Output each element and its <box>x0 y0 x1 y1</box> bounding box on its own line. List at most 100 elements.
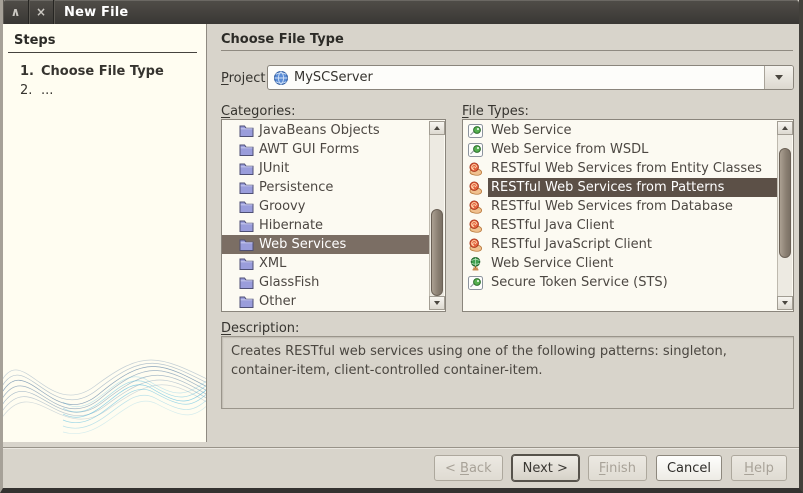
file-type-item-label: Secure Token Service (STS) <box>488 273 777 292</box>
webservice-doc-icon <box>468 143 483 157</box>
back-button[interactable]: < Back <box>434 455 503 481</box>
file-type-item[interactable]: Web Service from WSDL <box>463 140 777 159</box>
file-types-label: File Types: <box>462 104 529 119</box>
file-type-item-label: Web Service from WSDL <box>488 140 777 159</box>
new-file-dialog: ∧ × New File Steps 1. Choose File Type 2… <box>0 0 803 493</box>
file-type-item-label: Web Service <box>488 121 777 140</box>
file-type-item-label: RESTful Web Services from Patterns <box>488 178 777 197</box>
wizard-content: Choose File Type Project: MySCServer Cat… <box>207 24 799 442</box>
rest-icon <box>468 162 483 176</box>
button-bar: < Back Next > Finish Cancel Help <box>3 447 799 488</box>
file-type-item[interactable]: RESTful Java Client <box>463 216 777 235</box>
rest-icon <box>468 238 483 252</box>
next-button[interactable]: Next > <box>512 455 579 481</box>
category-item[interactable]: GlassFish <box>222 273 429 292</box>
categories-scrollbar[interactable] <box>429 121 444 310</box>
category-item-label: JavaBeans Objects <box>259 123 380 138</box>
category-item-label: Persistence <box>259 180 333 195</box>
step-item-1: 1. Choose File Type <box>20 64 164 79</box>
file-type-item[interactable]: RESTful Web Services from Entity Classes <box>463 159 777 178</box>
category-item[interactable]: JavaBeans Objects <box>222 121 429 140</box>
category-item-label: GlassFish <box>259 275 319 290</box>
category-item[interactable]: AWT GUI Forms <box>222 140 429 159</box>
scroll-down-button[interactable] <box>429 296 445 310</box>
file-type-item[interactable]: Web Service <box>463 121 777 140</box>
wave-decoration <box>3 336 207 442</box>
help-button[interactable]: Help <box>731 455 787 481</box>
scroll-up-button[interactable] <box>777 121 793 135</box>
steps-title: Steps <box>14 33 55 48</box>
file-type-item[interactable]: RESTful Web Services from Patterns <box>463 178 777 197</box>
folder-icon <box>239 200 254 213</box>
category-item[interactable]: Persistence <box>222 178 429 197</box>
chevron-down-icon <box>775 75 783 80</box>
scrollbar-thumb[interactable] <box>431 209 443 296</box>
page-title: Choose File Type <box>221 32 344 47</box>
titlebar[interactable]: ∧ × New File <box>3 0 799 24</box>
scroll-down-button[interactable] <box>777 296 793 310</box>
file-type-item-label: RESTful Web Services from Entity Classes <box>488 159 777 178</box>
steps-panel: Steps 1. Choose File Type 2. ... <box>3 24 207 442</box>
category-item[interactable]: XML <box>222 254 429 273</box>
finish-button[interactable]: Finish <box>588 455 647 481</box>
category-item-label: Groovy <box>259 199 305 214</box>
file-types-scrollbar[interactable] <box>777 121 792 310</box>
category-item-label: Hibernate <box>259 218 323 233</box>
arrow-up-icon <box>434 126 440 130</box>
categories-label: Categories: <box>221 104 295 119</box>
window-title: New File <box>64 5 128 20</box>
project-globe-icon <box>273 70 289 86</box>
rest-icon <box>468 219 483 233</box>
category-item[interactable]: Hibernate <box>222 216 429 235</box>
project-combobox[interactable]: MySCServer <box>267 65 794 90</box>
cancel-button[interactable]: Cancel <box>656 455 722 481</box>
file-type-item[interactable]: RESTful JavaScript Client <box>463 235 777 254</box>
webservice-doc-icon <box>468 124 483 138</box>
step-number: 1. <box>20 64 41 79</box>
folder-icon <box>239 276 254 289</box>
file-type-item-label: RESTful Java Client <box>488 216 777 235</box>
file-type-item[interactable]: RESTful Web Services from Database <box>463 197 777 216</box>
project-label: Project: <box>221 71 270 86</box>
description-label: Description: <box>221 321 299 336</box>
scroll-up-button[interactable] <box>429 121 445 135</box>
category-item[interactable]: Groovy <box>222 197 429 216</box>
folder-icon <box>239 257 254 270</box>
titlebar-separator <box>53 0 54 24</box>
category-item-label: XML <box>259 256 286 271</box>
category-item-label: JUnit <box>259 161 289 176</box>
close-icon: × <box>36 5 46 19</box>
categories-list[interactable]: JavaBeans Objects AWT GUI Forms JUnit Persi… <box>221 119 446 312</box>
category-item[interactable]: Other <box>222 292 429 311</box>
category-item[interactable]: Web Services <box>222 235 429 254</box>
step-label: Choose File Type <box>41 64 164 79</box>
step-label: ... <box>41 83 53 98</box>
project-dropdown-button[interactable] <box>764 66 793 89</box>
close-button[interactable]: × <box>28 0 53 24</box>
scrollbar-thumb[interactable] <box>779 148 791 258</box>
file-type-item[interactable]: Secure Token Service (STS) <box>463 273 777 292</box>
folder-icon <box>239 238 254 251</box>
folder-icon <box>239 162 254 175</box>
arrow-down-icon <box>434 301 440 305</box>
webservice-doc-icon <box>468 276 483 290</box>
folder-icon <box>239 143 254 156</box>
file-type-item-label: Web Service Client <box>488 254 777 273</box>
folder-icon <box>239 181 254 194</box>
folder-icon <box>239 295 254 308</box>
header-separator <box>221 50 793 51</box>
folder-icon <box>239 219 254 232</box>
file-type-item-label: RESTful JavaScript Client <box>488 235 777 254</box>
file-type-item[interactable]: Web Service Client <box>463 254 777 273</box>
category-item[interactable]: JUnit <box>222 159 429 178</box>
arrow-down-icon <box>782 301 788 305</box>
arrow-up-icon <box>782 126 788 130</box>
step-item-2: 2. ... <box>20 83 53 98</box>
rest-icon <box>468 181 483 195</box>
category-item-label: Other <box>259 294 296 309</box>
project-value: MySCServer <box>294 70 373 85</box>
globe-client-icon <box>468 257 483 271</box>
steps-title-underline <box>8 52 197 53</box>
file-types-list[interactable]: Web ServiceWeb Service from WSDLRESTful … <box>462 119 794 312</box>
shade-button[interactable]: ∧ <box>3 0 28 24</box>
